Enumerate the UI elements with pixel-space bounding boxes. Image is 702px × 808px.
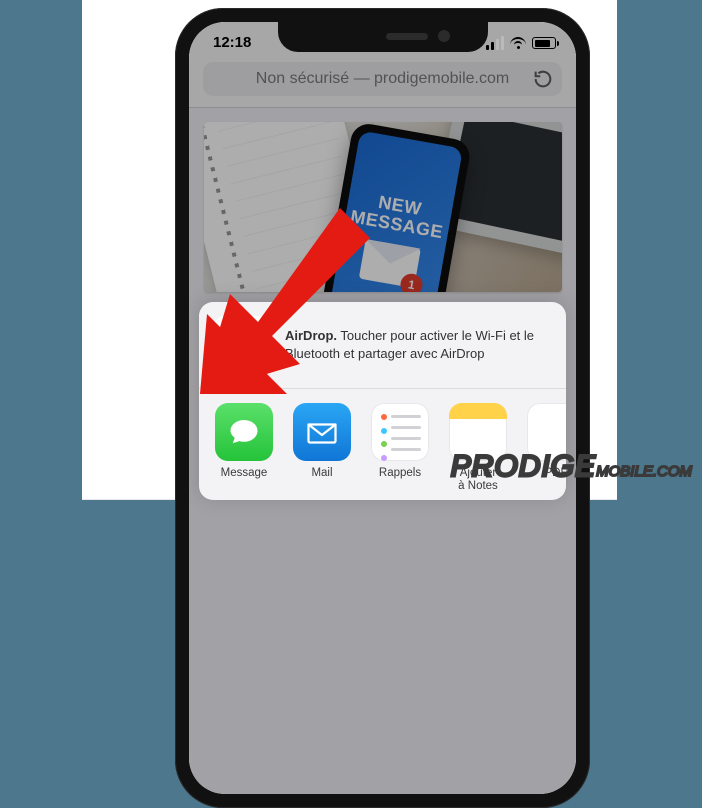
status-time: 12:18 (213, 34, 251, 51)
screen: 12:18 Non sécurisé — prodigemobile.com (189, 22, 576, 794)
share-app-mail[interactable]: Mail (293, 403, 351, 492)
iphone-frame: 12:18 Non sécurisé — prodigemobile.com (175, 8, 590, 808)
airdrop-icon (213, 316, 271, 374)
mail-icon (293, 403, 351, 461)
reminders-icon (371, 403, 429, 461)
cellular-icon (486, 36, 504, 50)
share-app-reminders[interactable]: Rappels (371, 403, 429, 492)
share-app-label: Message (221, 467, 268, 480)
message-icon (215, 403, 273, 461)
wifi-icon (510, 37, 526, 49)
share-app-label: Mail (311, 467, 332, 480)
share-app-label: Rappels (379, 467, 421, 480)
share-app-message[interactable]: Message (215, 403, 273, 492)
airdrop-row[interactable]: AirDrop. Toucher pour activer le Wi-Fi e… (199, 302, 566, 389)
notch (278, 22, 488, 52)
airdrop-text: AirDrop. Toucher pour activer le Wi-Fi e… (285, 327, 534, 362)
watermark: PRODIGEMOBILE.COM (451, 450, 692, 484)
battery-icon (532, 37, 556, 49)
